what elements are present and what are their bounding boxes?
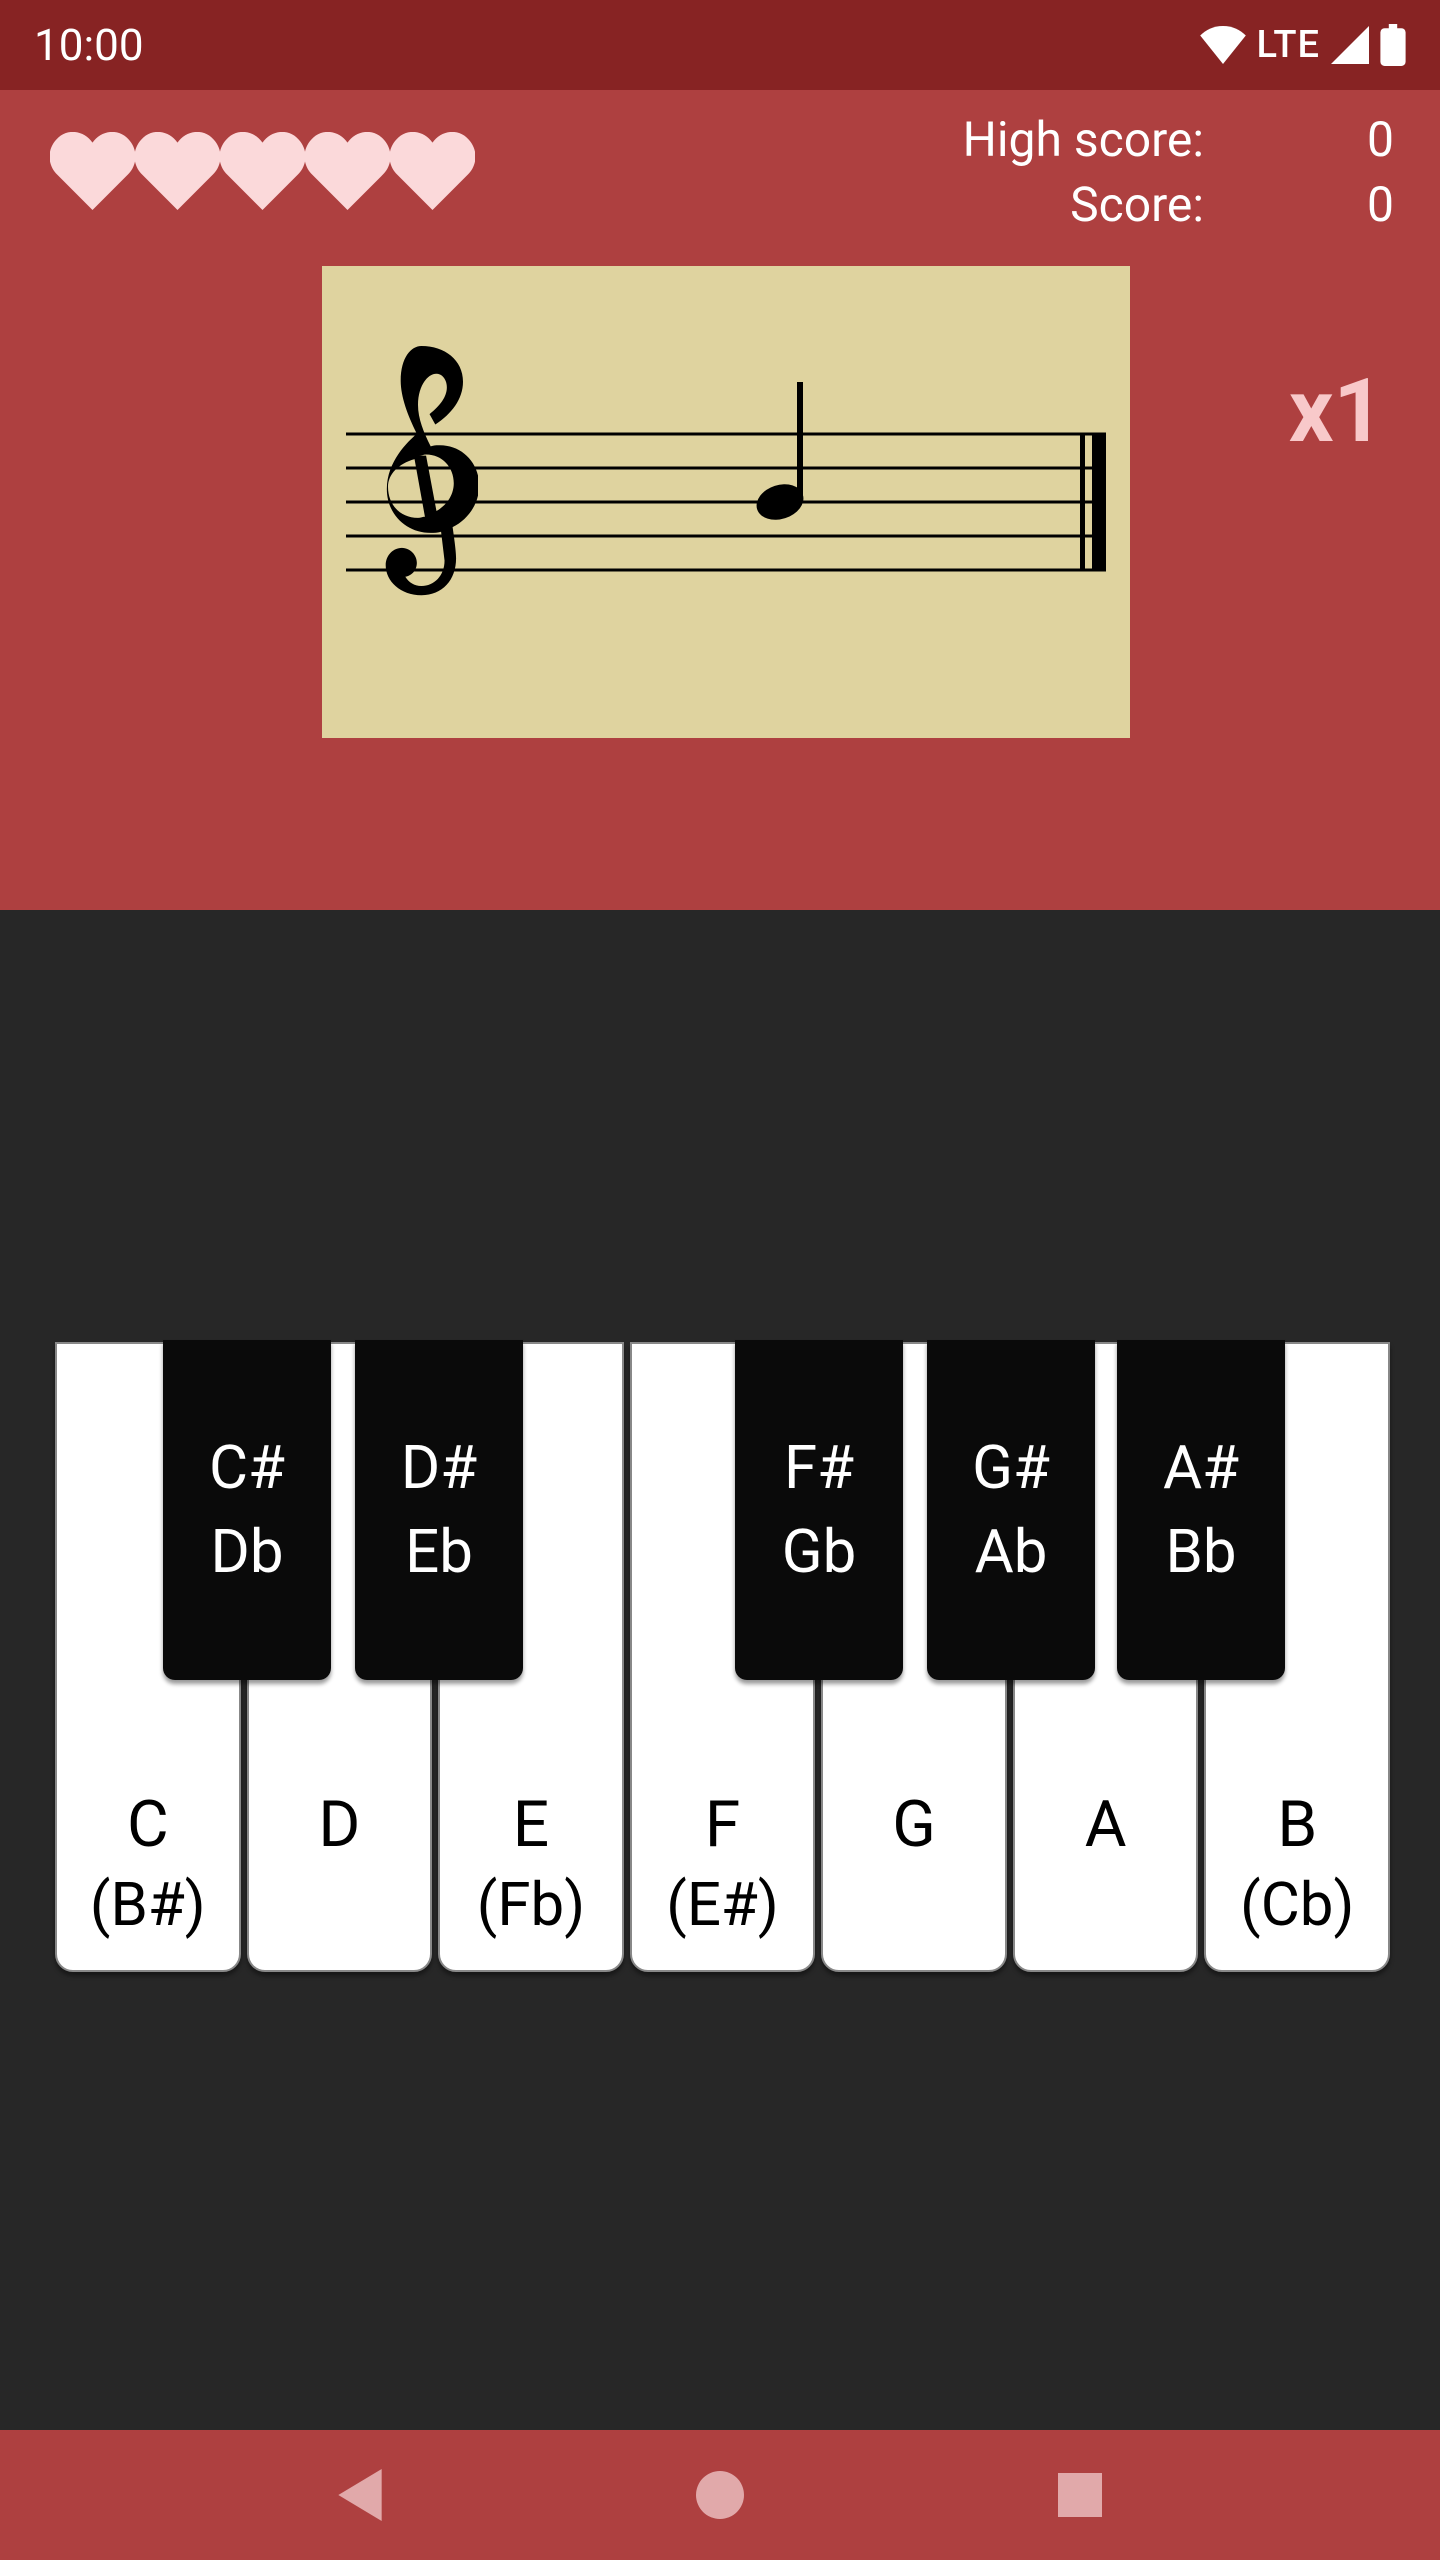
white-key-sublabel: (B#) — [90, 1866, 206, 1944]
heart-icon — [50, 132, 135, 210]
treble-clef-icon — [358, 346, 478, 646]
black-key-Fsharp[interactable]: F#Gb — [735, 1340, 903, 1680]
black-key-Dsharp[interactable]: D#Eb — [355, 1340, 523, 1680]
status-bar: 10:00 LTE — [0, 0, 1440, 90]
network-label: LTE — [1256, 23, 1320, 67]
multiplier: x1 — [1289, 360, 1384, 463]
score-block: High score: 0 Score: 0 — [963, 108, 1394, 238]
black-key-label-top: F# — [784, 1426, 854, 1510]
white-key-sublabel: (Cb) — [1240, 1866, 1354, 1944]
white-key-sublabel — [332, 1866, 347, 1944]
signal-icon — [1330, 26, 1370, 64]
game-body: C(B#)D E(Fb)F(E#)G A B(Cb) C#DbD#EbF#GbG… — [0, 910, 1440, 2430]
white-key-label: B — [1277, 1783, 1317, 1866]
status-right: LTE — [1200, 23, 1406, 67]
nav-back-button[interactable] — [330, 2465, 390, 2525]
android-nav-bar — [0, 2430, 1440, 2560]
heart-icon — [390, 132, 475, 210]
black-key-label-bot: Db — [210, 1510, 283, 1594]
black-key-label-top: G# — [972, 1426, 1050, 1510]
score-value: 0 — [1354, 173, 1394, 238]
black-key-label-bot: Gb — [782, 1510, 857, 1594]
piano: C(B#)D E(Fb)F(E#)G A B(Cb) C#DbD#EbF#GbG… — [55, 1342, 1390, 1972]
black-key-label-top: D# — [401, 1426, 477, 1510]
black-key-Gsharp[interactable]: G#Ab — [927, 1340, 1095, 1680]
heart-icon — [220, 132, 305, 210]
high-score-label: High score: — [963, 108, 1204, 173]
white-key-sublabel — [1098, 1866, 1113, 1944]
white-key-sublabel: (Fb) — [477, 1866, 585, 1944]
white-key-sublabel — [907, 1866, 922, 1944]
white-key-label: A — [1085, 1783, 1127, 1866]
score-label: Score: — [1070, 173, 1204, 238]
battery-icon — [1380, 24, 1406, 66]
heart-icon — [305, 132, 390, 210]
white-key-label: D — [318, 1783, 360, 1866]
nav-recent-button[interactable] — [1050, 2465, 1110, 2525]
black-key-Csharp[interactable]: C#Db — [163, 1340, 331, 1680]
white-key-label: C — [127, 1783, 169, 1866]
heart-icon — [135, 132, 220, 210]
nav-home-button[interactable] — [690, 2465, 750, 2525]
black-key-Asharp[interactable]: A#Bb — [1117, 1340, 1285, 1680]
black-key-label-bot: Ab — [975, 1510, 1048, 1594]
white-key-label: F — [705, 1783, 740, 1866]
black-key-label-bot: Bb — [1165, 1510, 1236, 1594]
white-key-label: G — [892, 1783, 936, 1866]
white-key-label: E — [513, 1783, 549, 1866]
high-score-value: 0 — [1354, 108, 1394, 173]
black-key-label-bot: Eb — [405, 1510, 473, 1594]
status-time: 10:00 — [34, 19, 144, 71]
black-key-label-top: A# — [1163, 1426, 1239, 1510]
black-key-label-top: C# — [209, 1426, 285, 1510]
wifi-icon — [1200, 26, 1246, 64]
white-key-sublabel: (E#) — [666, 1866, 778, 1944]
staff-card — [322, 266, 1130, 738]
note-icon — [752, 382, 812, 522]
game-header: High score: 0 Score: 0 x1 — [0, 90, 1440, 910]
